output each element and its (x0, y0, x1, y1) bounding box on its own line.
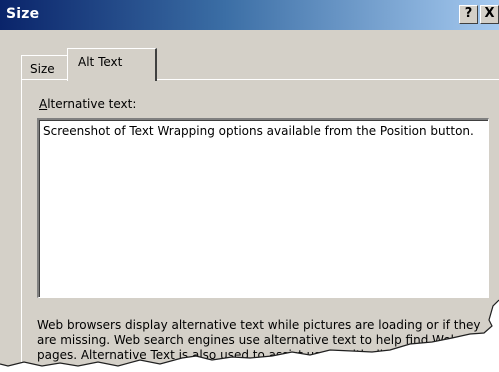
alternative-text-label-accel: A (39, 97, 48, 111)
tab-size-label: Size (30, 62, 55, 76)
close-button[interactable]: X (480, 5, 499, 24)
tab-alt-text-label: Alt Text (78, 55, 123, 69)
alternative-text-label: Alternative text: (39, 97, 136, 111)
help-button[interactable]: ? (459, 5, 478, 24)
size-dialog: Size ? X Size Alt Text Alternative text:… (0, 0, 499, 372)
alternative-text-field[interactable]: Screenshot of Text Wrapping options avai… (37, 118, 489, 298)
description-end: . (435, 348, 440, 362)
alt-text-description: Web browsers display alternative text wh… (37, 318, 487, 363)
title-bar: Size ? X (0, 0, 499, 30)
dialog-body: Size Alt Text Alternative text: Screensh… (0, 30, 499, 372)
window-title: Size (6, 6, 40, 22)
assist-link[interactable]: assist users with disabilities (269, 348, 436, 362)
tab-alt-text[interactable]: Alt Text (67, 48, 157, 81)
tab-size[interactable]: Size (21, 55, 69, 79)
alternative-text-label-rest: lternative text: (47, 97, 137, 111)
